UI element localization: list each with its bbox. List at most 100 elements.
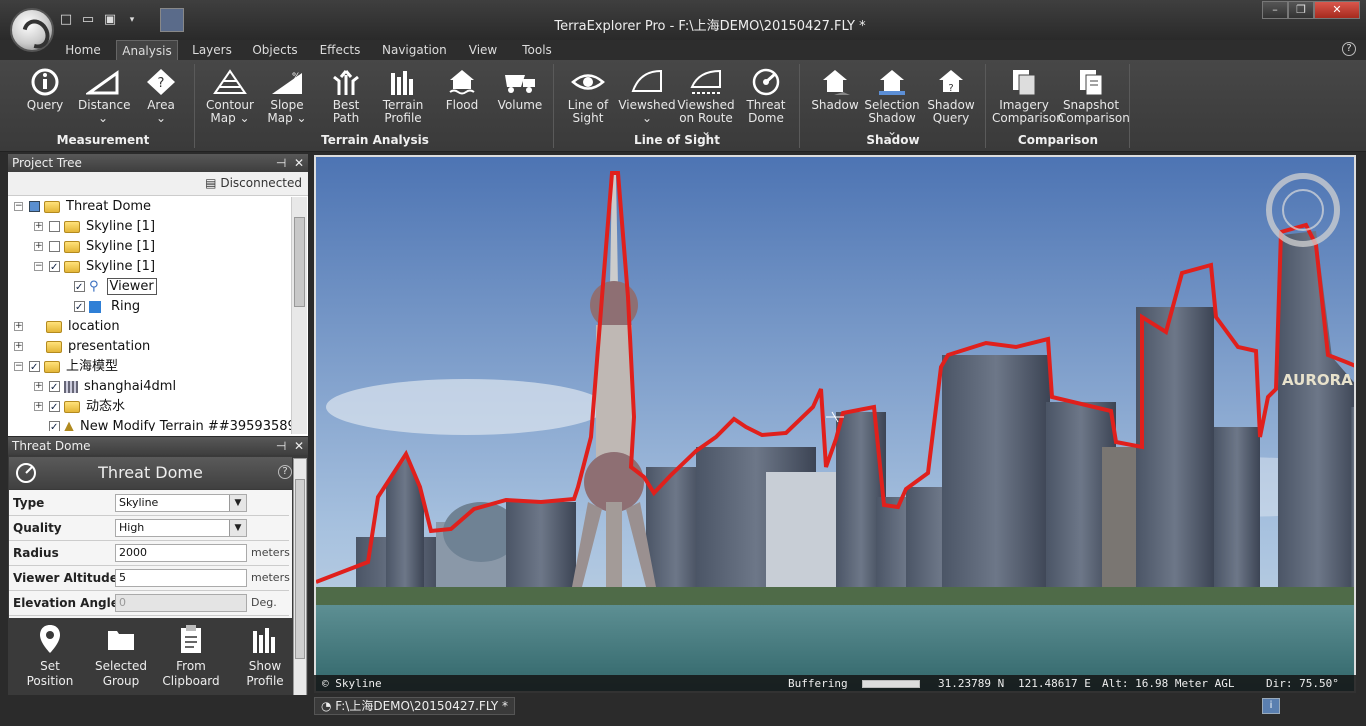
buffering-label: Buffering xyxy=(788,677,848,690)
tree-item-skyline-3[interactable]: −Skyline [1] xyxy=(34,257,155,278)
tree-item-dynamic-water[interactable]: +动态水 xyxy=(34,397,125,418)
quality-select[interactable]: High ▼ xyxy=(115,519,247,537)
set-position-button[interactable]: Set Position xyxy=(18,623,82,689)
line-of-sight-button[interactable]: Line of Sight xyxy=(564,65,612,125)
volume-button[interactable]: Volume xyxy=(496,65,544,112)
tab-effects[interactable]: Effects xyxy=(318,40,362,60)
info-icon[interactable]: i xyxy=(1262,698,1280,714)
longitude-readout: 121.48617 E xyxy=(1018,677,1091,690)
viewshed-on-route-button[interactable]: Viewshed on Route ⌄ xyxy=(676,65,736,138)
checkbox[interactable] xyxy=(74,298,85,318)
tab-analysis[interactable]: Analysis xyxy=(116,40,178,60)
compass-inner-ring[interactable] xyxy=(1282,189,1324,231)
folder-icon xyxy=(64,220,80,233)
contour-icon xyxy=(213,69,247,94)
tree-item-presentation[interactable]: + presentation xyxy=(14,337,150,357)
best-path-button[interactable]: Best Path xyxy=(324,65,368,125)
contour-map-button[interactable]: Contour Map ⌄ xyxy=(204,65,256,125)
tab-navigation[interactable]: Navigation xyxy=(382,40,447,60)
tab-tools[interactable]: Tools xyxy=(518,40,556,60)
tab-view[interactable]: View xyxy=(466,40,500,60)
city-scene[interactable]: AURORA xyxy=(316,157,1356,693)
tree-item-shanghai4dml[interactable]: +shanghai4dml xyxy=(34,377,176,398)
expand-icon[interactable]: + xyxy=(14,322,23,331)
tree-item-modify-terrain[interactable]: +▲New Modify Terrain ##39593589 xyxy=(34,417,296,431)
document-tab[interactable]: ◔ F:\上海DEMO\20150427.FLY * xyxy=(314,697,516,715)
tab-layers[interactable]: Layers xyxy=(192,40,232,60)
type-select[interactable]: Skyline ▼ xyxy=(115,494,247,512)
tree-item-threat-dome[interactable]: − Threat Dome xyxy=(14,197,151,217)
tree-item-shanghai-model[interactable]: −上海模型 xyxy=(14,357,118,378)
flood-button[interactable]: Flood xyxy=(440,65,484,112)
expand-icon[interactable]: + xyxy=(34,382,43,391)
close-panel-icon[interactable]: ✕ xyxy=(294,439,304,453)
tree-item-skyline-1[interactable]: + Skyline [1] xyxy=(34,217,155,237)
viewer-altitude-input[interactable]: 5 xyxy=(115,569,247,587)
selection-shadow-button[interactable]: Selection Shadow ⌄ xyxy=(864,65,920,138)
tree-item-ring[interactable]: Ring xyxy=(74,297,140,318)
checkbox[interactable] xyxy=(49,378,60,398)
tree-item-skyline-2[interactable]: + Skyline [1] xyxy=(34,237,155,257)
navigation-compass[interactable] xyxy=(1266,173,1340,247)
slope-map-button[interactable]: % Slope Map ⌄ xyxy=(264,65,310,125)
chevron-down-icon[interactable]: ▼ xyxy=(229,520,246,536)
pin-icon[interactable]: ⊣ xyxy=(276,156,286,170)
collapse-icon[interactable]: − xyxy=(34,262,43,271)
from-clipboard-button[interactable]: From Clipboard xyxy=(158,623,224,689)
checkbox[interactable] xyxy=(49,398,60,418)
viewshed-button[interactable]: Viewshed ⌄ xyxy=(618,65,676,125)
expand-icon[interactable]: + xyxy=(34,242,43,251)
query-button[interactable]: Query xyxy=(22,65,68,112)
window-title: TerraExplorer Pro - F:\上海DEMO\20150427.F… xyxy=(554,19,866,34)
truck-icon xyxy=(505,75,535,93)
terrain-profile-button[interactable]: Terrain Profile xyxy=(380,65,426,125)
scrollbar-thumb[interactable] xyxy=(295,479,305,659)
elevation-angle-input[interactable]: 0 xyxy=(115,594,247,612)
tree-scrollbar[interactable] xyxy=(291,197,307,434)
pin-icon[interactable]: ⊣ xyxy=(276,439,286,453)
radar-dome-icon xyxy=(752,68,780,96)
chevron-down-icon[interactable]: ▼ xyxy=(229,495,246,511)
checkbox[interactable] xyxy=(49,418,60,431)
selected-group-button[interactable]: Selected Group xyxy=(88,623,154,689)
scrollbar-thumb[interactable] xyxy=(294,217,305,307)
collapse-icon[interactable]: − xyxy=(14,362,23,371)
help-icon[interactable]: ? xyxy=(1342,42,1356,56)
folder-icon xyxy=(44,360,60,373)
distance-button[interactable]: Distance ⌄ xyxy=(78,65,130,125)
slope-icon: % xyxy=(272,72,302,94)
shadow-button[interactable]: Shadow xyxy=(810,65,860,112)
help-icon[interactable]: ? xyxy=(278,465,292,479)
minimize-button[interactable]: – xyxy=(1262,1,1288,19)
show-profile-button[interactable]: Show Profile xyxy=(232,623,298,689)
checkbox[interactable] xyxy=(74,278,85,298)
panel-vertical-scrollbar[interactable] xyxy=(293,458,307,698)
expand-icon[interactable]: + xyxy=(34,222,43,231)
3d-viewport[interactable]: AURORA xyxy=(314,155,1356,693)
tab-objects[interactable]: Objects xyxy=(252,40,298,60)
tab-home[interactable]: Home xyxy=(62,40,104,60)
expand-icon[interactable]: + xyxy=(14,342,23,351)
checkbox[interactable] xyxy=(49,221,60,232)
threat-dome-button[interactable]: Threat Dome xyxy=(744,65,788,125)
collapse-icon[interactable]: − xyxy=(14,202,23,211)
shadow-query-button[interactable]: ? Shadow Query xyxy=(926,65,976,125)
tree-item-viewer[interactable]: ⚲Viewer xyxy=(74,277,157,298)
maximize-button[interactable]: ❐ xyxy=(1288,1,1314,19)
close-panel-icon[interactable]: ✕ xyxy=(294,156,304,170)
folder-icon xyxy=(64,260,80,273)
checkbox[interactable] xyxy=(49,258,60,278)
folder-icon xyxy=(64,240,80,253)
expand-icon[interactable]: + xyxy=(34,402,43,411)
checkbox[interactable] xyxy=(29,358,40,378)
prop-elevation-angle: Elevation Angle 0 Deg. xyxy=(9,591,289,616)
app-menu-button[interactable] xyxy=(10,8,54,52)
radius-input[interactable]: 2000 xyxy=(115,544,247,562)
imagery-comparison-button[interactable]: Imagery Comparison xyxy=(992,65,1064,125)
snapshot-comparison-button[interactable]: Snapshot Comparison xyxy=(1058,65,1130,125)
close-button[interactable]: ✕ xyxy=(1314,1,1360,19)
area-button[interactable]: ? Area ⌄ xyxy=(138,65,184,125)
checkbox[interactable] xyxy=(49,241,60,252)
tree-item-location[interactable]: + location xyxy=(14,317,120,337)
checkbox[interactable] xyxy=(29,201,40,212)
